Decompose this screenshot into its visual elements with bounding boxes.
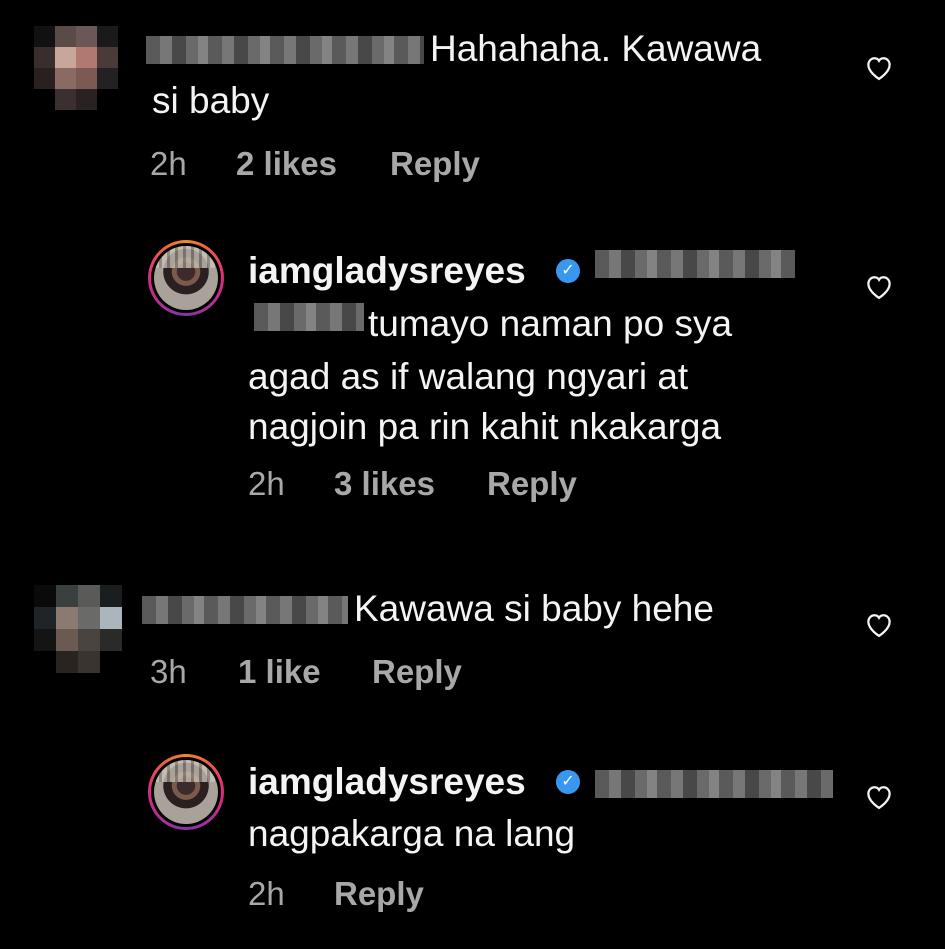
avatar[interactable] <box>148 240 224 316</box>
comment-time: 2h <box>150 145 187 182</box>
likes-count[interactable]: 1 like <box>238 652 321 692</box>
avatar-blurred[interactable] <box>34 585 122 673</box>
comment-text: agad as if walang ngyari at <box>248 356 689 397</box>
blurred-username[interactable] <box>142 596 348 624</box>
verified-badge-icon: ✓ <box>556 259 580 283</box>
reply-button[interactable]: Reply <box>390 144 480 184</box>
comment-text: si baby <box>152 80 270 121</box>
reply-button[interactable]: Reply <box>487 464 577 504</box>
blurred-mention[interactable] <box>254 303 364 331</box>
comment-text: nagjoin pa rin kahit nkakarga <box>248 406 722 447</box>
comment-text: Hahahaha. Kawawa <box>430 28 762 69</box>
comment-time: 2h <box>248 465 285 502</box>
blurred-mention[interactable] <box>595 250 795 278</box>
heart-outline-icon[interactable] <box>864 782 894 810</box>
verified-badge-icon: ✓ <box>556 770 580 794</box>
avatar-blurred[interactable] <box>34 26 118 110</box>
username[interactable]: iamgladysreyes <box>248 755 526 809</box>
likes-count[interactable]: 2 likes <box>236 144 337 184</box>
heart-outline-icon[interactable] <box>864 610 894 638</box>
comment-time: 2h <box>248 875 285 912</box>
avatar[interactable] <box>148 754 224 830</box>
username[interactable]: iamgladysreyes <box>248 244 526 298</box>
comment-text: Kawawa si baby hehe <box>354 588 714 629</box>
blurred-username[interactable] <box>146 36 424 64</box>
blurred-mention[interactable] <box>595 770 833 798</box>
comment-text: nagpakarga na lang <box>248 813 576 854</box>
heart-outline-icon[interactable] <box>864 53 894 81</box>
heart-outline-icon[interactable] <box>864 272 894 300</box>
reply-button[interactable]: Reply <box>334 874 424 914</box>
reply-button[interactable]: Reply <box>372 652 462 692</box>
likes-count[interactable]: 3 likes <box>334 464 435 504</box>
comment-time: 3h <box>150 653 187 690</box>
comment-text: tumayo naman po sya <box>368 303 733 344</box>
